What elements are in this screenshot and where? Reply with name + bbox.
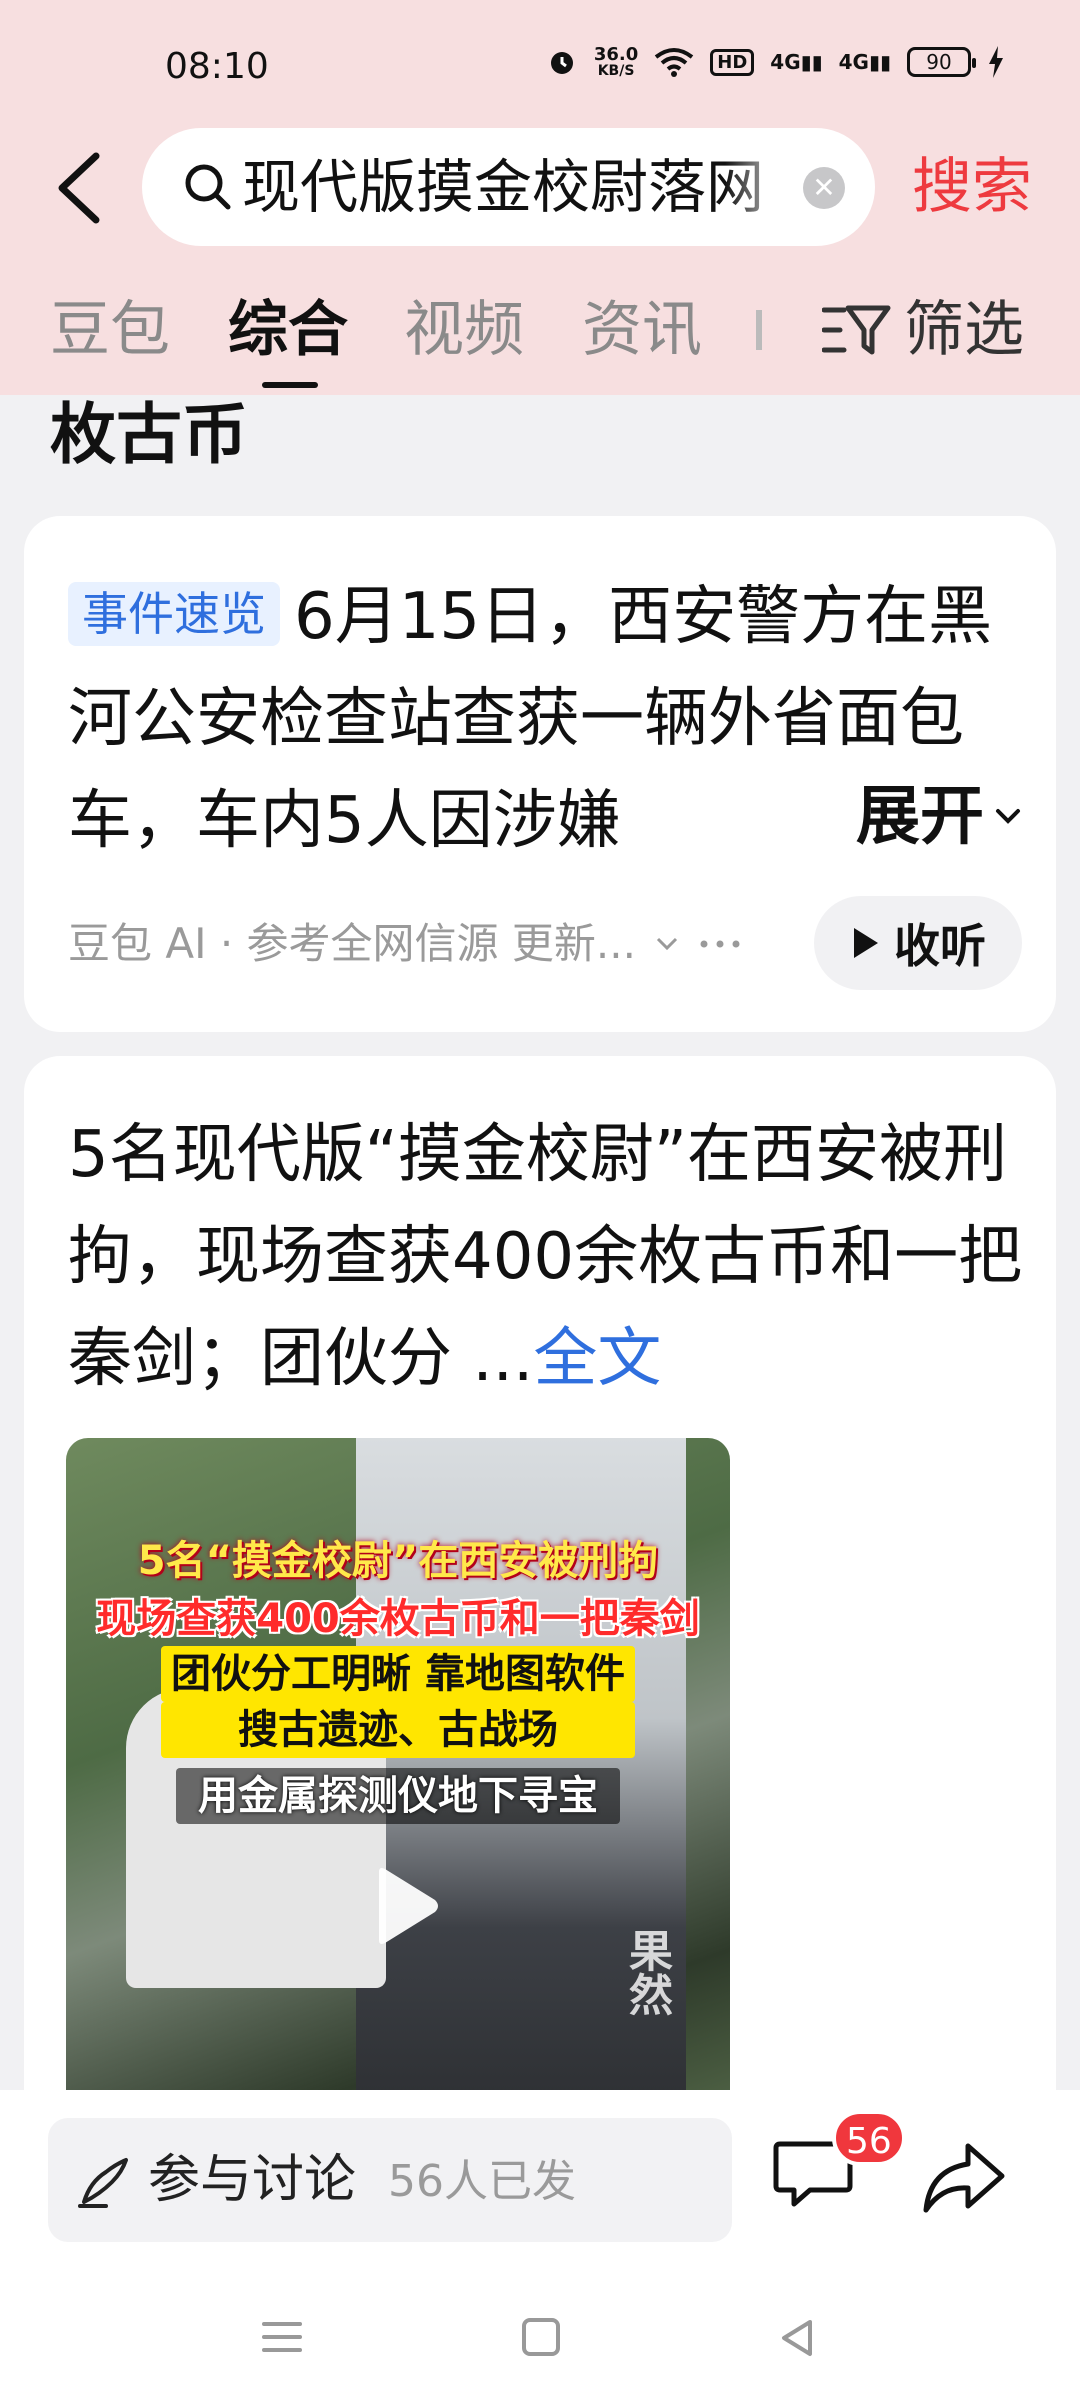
back-arrow-icon[interactable] bbox=[46, 148, 116, 228]
fulltext-link[interactable]: 全文 bbox=[533, 1322, 661, 1396]
system-nav-bar bbox=[0, 2270, 1080, 2400]
tab-general[interactable]: 综合 bbox=[228, 290, 348, 370]
comment-label: 参与讨论 bbox=[148, 2150, 357, 2210]
video-thumbnail[interactable]: 5名“摸金校尉”在西安被刑拘 现场查获400余枚古币和一把秦剑 团伙分工明晰 靠… bbox=[66, 1438, 730, 2138]
listen-label: 收听 bbox=[894, 919, 986, 973]
status-icons: 36.0 KB/S HD 4G▮▮ 4G▮▮ 90 bbox=[546, 46, 1005, 78]
tab-video[interactable]: 视频 bbox=[404, 290, 524, 370]
recent-apps-icon[interactable] bbox=[262, 2320, 302, 2354]
search-input[interactable]: 现代版摸金校尉落网 ✕ bbox=[142, 128, 875, 246]
hd-badge: HD bbox=[710, 48, 755, 76]
search-button[interactable]: 搜索 bbox=[912, 150, 1032, 224]
event-tag: 事件速览 bbox=[68, 582, 280, 646]
tab-news[interactable]: 资讯 bbox=[582, 290, 702, 370]
filter-button[interactable]: 筛选 bbox=[822, 290, 1024, 370]
signal-4g-1: 4G▮▮ bbox=[770, 50, 823, 74]
category-tabs: 豆包 综合 视频 资讯 筛选 bbox=[0, 290, 1080, 390]
expand-button[interactable]: 展开 bbox=[836, 766, 1026, 868]
home-button-icon[interactable] bbox=[522, 2318, 560, 2356]
bottom-action-bar: 参与讨论 56人已发 56 bbox=[0, 2090, 1080, 2270]
video-caption-2: 现场查获400余枚古币和一把秦剑 bbox=[96, 1596, 700, 1642]
article-title[interactable]: 5名现代版“摸金校尉”在西安被刑拘，现场查获400余枚古币和一把秦剑；团伙分 .… bbox=[68, 1104, 1048, 1410]
search-icon bbox=[185, 164, 231, 210]
status-bar: 08:10 36.0 KB/S HD 4G▮▮ 4G▮▮ 90 bbox=[0, 0, 1080, 130]
video-caption-3: 团伙分工明晰 靠地图软件 bbox=[161, 1646, 635, 1702]
ai-source-meta[interactable]: 豆包 AI · 参考全网信源 更新... bbox=[68, 914, 742, 974]
listen-button[interactable]: 收听 bbox=[814, 896, 1022, 990]
comment-count-badge: 56 bbox=[832, 2110, 906, 2166]
clear-search-button[interactable]: ✕ bbox=[803, 167, 845, 209]
video-caption-1: 5名“摸金校尉”在西安被刑拘 bbox=[137, 1538, 659, 1584]
chevron-down-icon bbox=[656, 937, 677, 951]
network-speed: 36.0 KB/S bbox=[593, 44, 639, 79]
search-header: 现代版摸金校尉落网 ✕ 搜索 bbox=[0, 128, 1080, 248]
alarm-icon bbox=[550, 52, 573, 74]
ai-source-text: 豆包 AI · 参考全网信源 更新... bbox=[68, 919, 636, 968]
video-caption-4: 搜古遗迹、古战场 bbox=[161, 1702, 635, 1758]
ai-summary-card[interactable]: 事件速览 6月15日，西安警方在黑河公安检查站查获一辆外省面包车，车内5人因涉嫌 … bbox=[24, 516, 1056, 1032]
more-icon[interactable] bbox=[698, 934, 742, 954]
charging-icon bbox=[989, 46, 1003, 78]
filter-icon bbox=[822, 305, 891, 355]
wifi-icon bbox=[655, 48, 694, 77]
video-play-icon[interactable] bbox=[351, 1858, 447, 1954]
chevron-down-icon bbox=[996, 809, 1020, 824]
speed-value: 36.0 bbox=[593, 44, 639, 65]
play-icon bbox=[854, 928, 878, 958]
back-triangle-icon[interactable] bbox=[778, 2318, 818, 2358]
speed-unit: KB/S bbox=[597, 63, 635, 79]
video-watermark: 果然 bbox=[621, 1928, 672, 2016]
comment-participants: 56人已发 bbox=[388, 2156, 576, 2207]
previous-result-tail: 枚古币 bbox=[50, 396, 248, 473]
status-time: 08:10 bbox=[165, 46, 269, 87]
share-icon[interactable] bbox=[918, 2134, 1008, 2220]
tab-overflow-hint bbox=[756, 290, 774, 370]
active-tab-indicator bbox=[262, 382, 318, 388]
video-caption-5: 用金属探测仪地下寻宝 bbox=[176, 1768, 620, 1824]
tab-doubao[interactable]: 豆包 bbox=[50, 290, 170, 370]
battery-indicator: 90 bbox=[907, 47, 976, 77]
expand-label: 展开 bbox=[856, 780, 984, 854]
comment-input[interactable]: 参与讨论 56人已发 bbox=[48, 2118, 732, 2242]
pen-icon bbox=[78, 2158, 128, 2208]
filter-label: 筛选 bbox=[904, 295, 1024, 365]
signal-4g-2: 4G▮▮ bbox=[838, 50, 891, 74]
